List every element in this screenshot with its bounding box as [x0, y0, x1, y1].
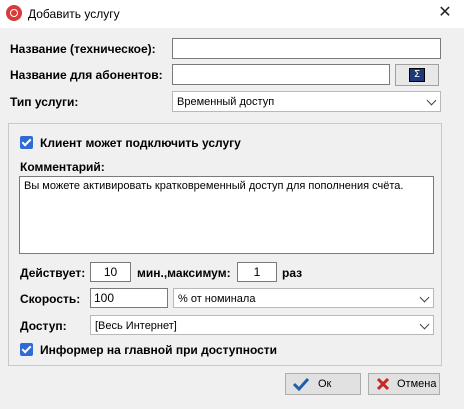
- client-can-connect-label: Клиент может подключить услугу: [40, 136, 241, 150]
- ok-label: Ок: [318, 378, 332, 390]
- access-select[interactable]: [Весь Интернет]: [90, 315, 434, 335]
- speed-label: Скорость:: [20, 292, 81, 306]
- comment-textarea[interactable]: Вы можете активировать кратковременный д…: [19, 176, 434, 254]
- sigma-button[interactable]: Σ: [395, 64, 439, 86]
- duration-label: Действует:: [20, 266, 86, 280]
- service-type-select[interactable]: Временный доступ: [172, 91, 441, 112]
- access-value: [Весь Интернет]: [95, 320, 177, 332]
- chevron-down-icon: [426, 95, 437, 106]
- service-type-label: Тип услуги:: [10, 95, 79, 109]
- close-button[interactable]: ✕: [434, 2, 456, 24]
- comment-label: Комментарий:: [20, 160, 105, 174]
- chevron-down-icon: [419, 319, 430, 330]
- duration-input[interactable]: [90, 262, 131, 282]
- ok-button[interactable]: Ок: [285, 373, 361, 395]
- client-can-connect-checkbox[interactable]: [20, 136, 33, 149]
- cancel-label: Отмена: [397, 378, 437, 390]
- times-label: раз: [282, 266, 303, 280]
- access-label: Доступ:: [20, 319, 67, 333]
- chevron-down-icon: [419, 292, 430, 303]
- tech-name-label: Название (техническое):: [10, 42, 156, 56]
- subscriber-name-input[interactable]: [172, 64, 390, 85]
- title-bar: Добавить услугу ✕: [0, 0, 464, 28]
- window-title: Добавить услугу: [28, 7, 120, 21]
- speed-unit-select[interactable]: % от номинала: [173, 288, 434, 308]
- app-icon: [6, 5, 22, 21]
- checkmark-icon: [293, 377, 309, 391]
- informer-checkbox[interactable]: [20, 343, 33, 356]
- cross-icon: [376, 377, 390, 391]
- minutes-max-label: мин.,максимум:: [137, 266, 231, 280]
- max-times-input[interactable]: [237, 262, 277, 282]
- sigma-icon: Σ: [409, 68, 425, 82]
- service-type-value: Временный доступ: [177, 96, 275, 108]
- subscriber-name-label: Название для абонентов:: [10, 68, 163, 82]
- speed-input[interactable]: [90, 288, 168, 308]
- informer-label: Информер на главной при доступности: [40, 343, 278, 357]
- speed-unit-value: % от номинала: [178, 293, 256, 305]
- cancel-button[interactable]: Отмена: [368, 373, 440, 395]
- tech-name-input[interactable]: [172, 38, 441, 59]
